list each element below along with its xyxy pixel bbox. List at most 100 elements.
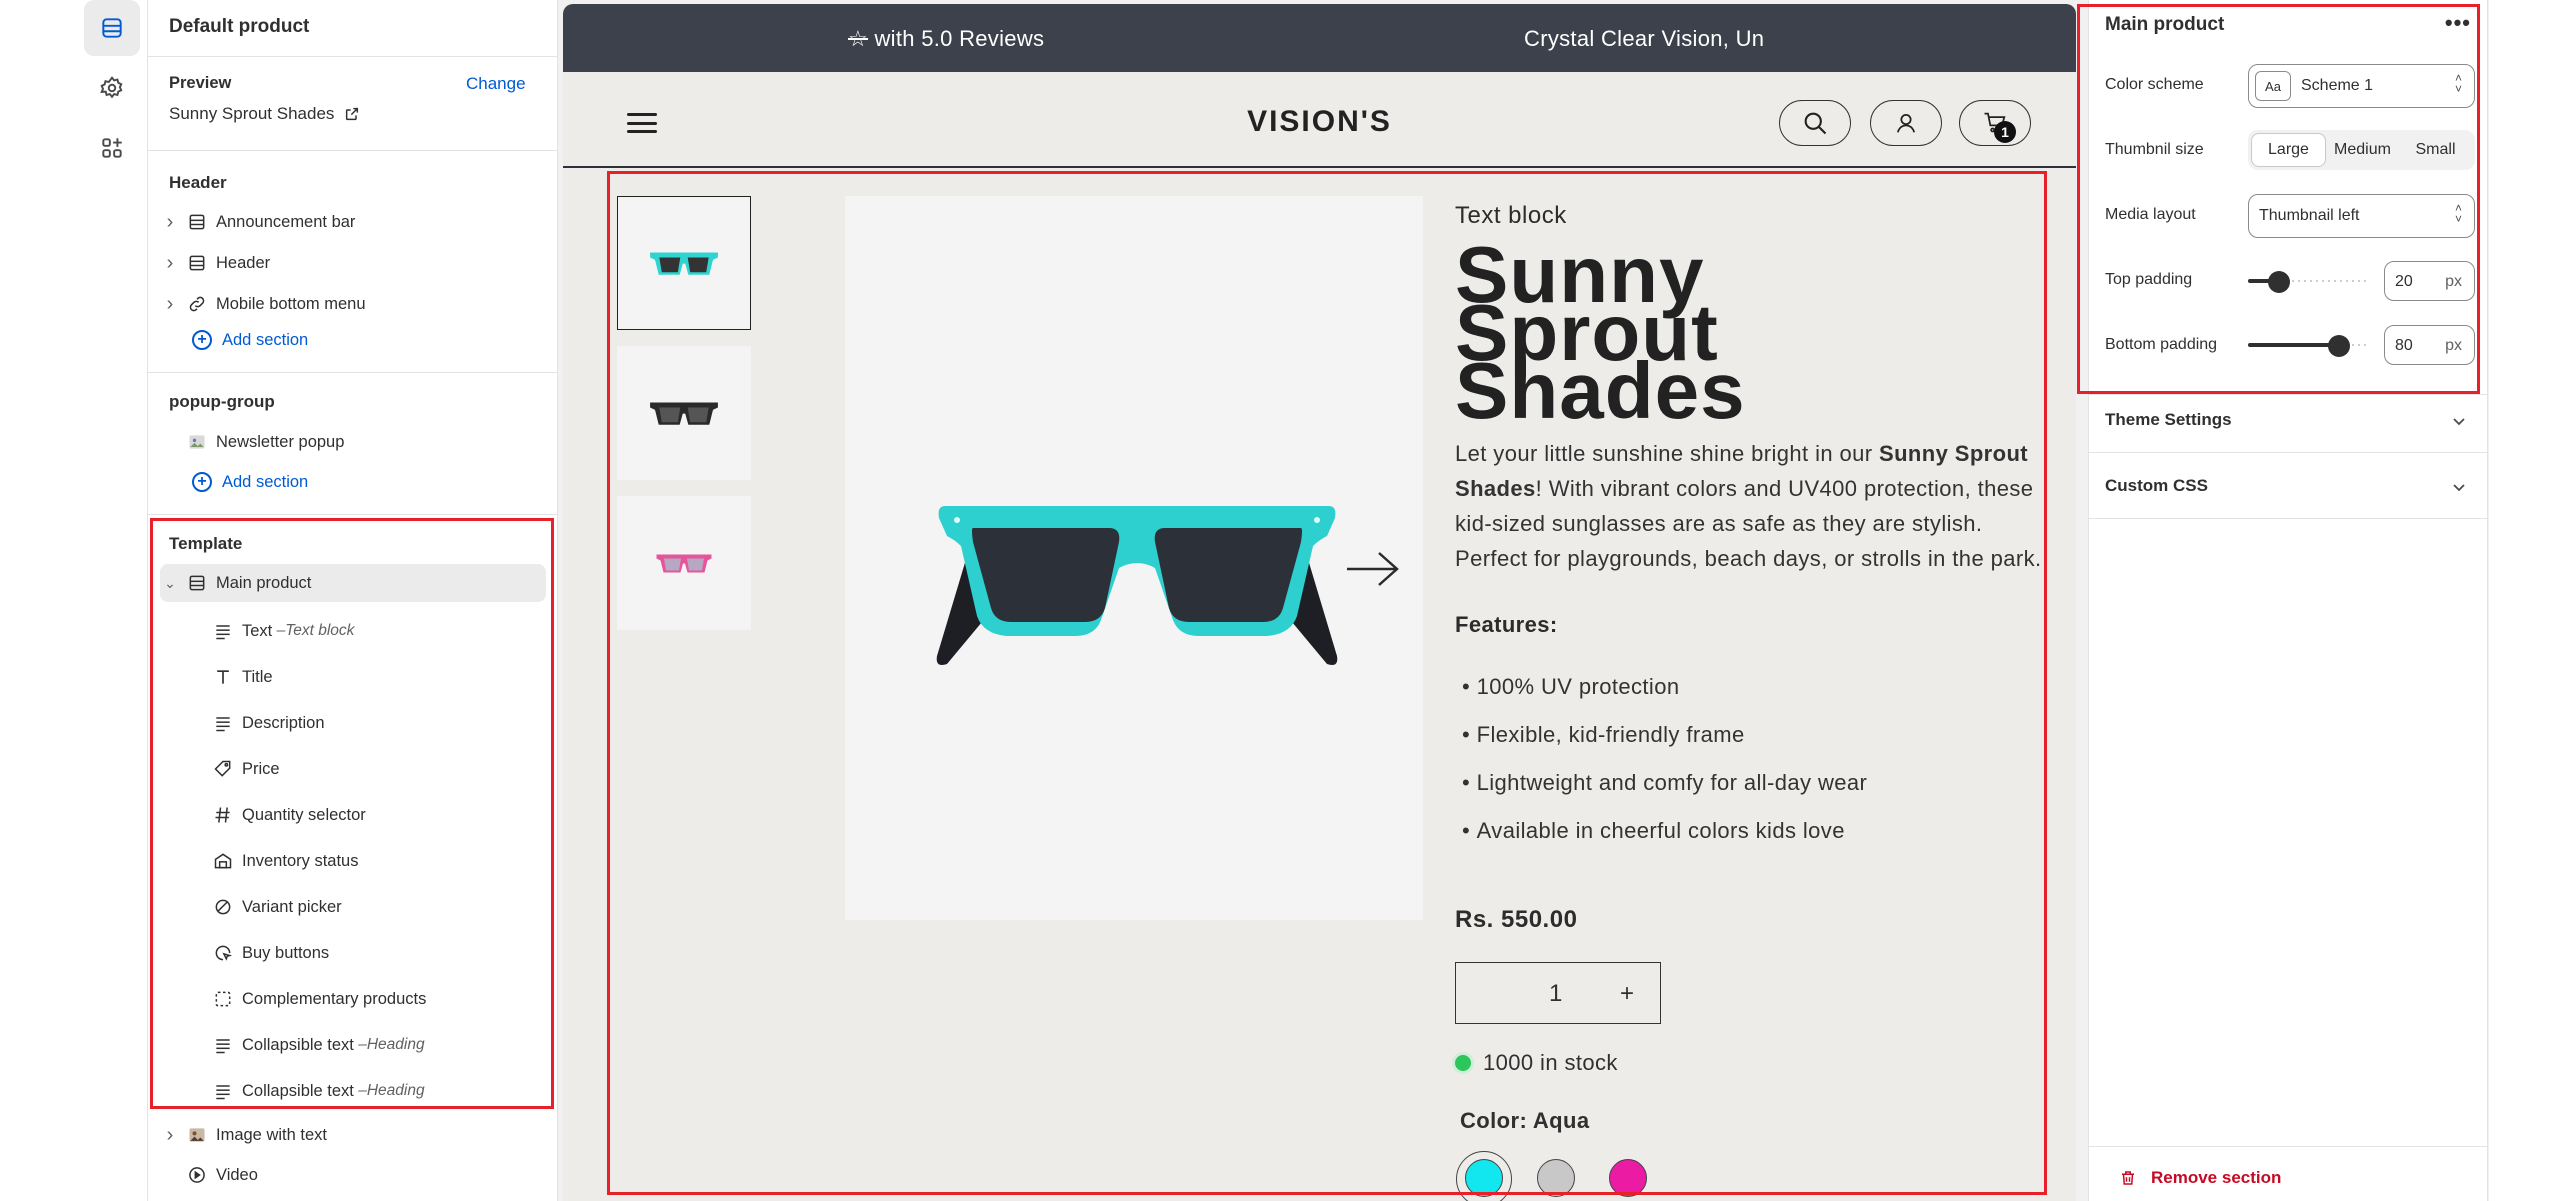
- search-button[interactable]: [1779, 100, 1851, 146]
- storefront-preview: ☆ with 5.0 Reviews Crystal Clear Vision,…: [563, 4, 2076, 1201]
- chevron-down-icon[interactable]: [2451, 479, 2467, 495]
- add-section-label: Add section: [222, 330, 309, 349]
- chevron-right-icon[interactable]: ›: [160, 293, 180, 316]
- inventory-icon: [212, 850, 234, 872]
- sidebar-item-announcement-bar[interactable]: › Announcement bar: [160, 203, 546, 241]
- color-swatch-grey[interactable]: [1537, 1159, 1575, 1197]
- sidebar-item-image-with-text[interactable]: › Image with text: [160, 1116, 546, 1154]
- sidebar-item-main-product[interactable]: ⌄ Main product: [160, 564, 546, 602]
- select-caret-icon: ˄ ˅: [2454, 71, 2462, 96]
- add-section-popup[interactable]: + Add section: [192, 472, 308, 492]
- sidebar-item-label: Main product: [216, 573, 312, 592]
- feature-bullet: • Flexible, kid-friendly frame: [1462, 722, 2062, 748]
- block-item-quantity-selector[interactable]: Quantity selector: [160, 796, 546, 834]
- section-settings-panel: Main product ••• Color scheme Aa Scheme …: [2088, 0, 2488, 1201]
- sunglasses-aqua-thumb: [650, 252, 718, 275]
- stock-text: 1000 in stock: [1483, 1050, 1618, 1075]
- text-lines-icon: [212, 1080, 234, 1102]
- sidebar-item-header[interactable]: › Header: [160, 244, 546, 282]
- inventory-status: 1000 in stock: [1455, 1050, 1618, 1076]
- feature-text: Lightweight and comfy for all-day wear: [1476, 770, 1868, 795]
- block-item-title[interactable]: Title: [160, 658, 546, 696]
- chevron-down-icon[interactable]: [2451, 413, 2467, 429]
- hashtag-icon: [212, 804, 234, 826]
- image-icon: [186, 1124, 208, 1146]
- change-preview-link[interactable]: Change: [466, 74, 526, 94]
- variant-color-label: Color: Aqua: [1460, 1108, 1590, 1133]
- bottom-padding-label: Bottom padding: [2105, 336, 2218, 353]
- quantity-value[interactable]: 1: [1549, 980, 1562, 1008]
- product-title-line: Shades: [1455, 346, 1746, 435]
- sidebar-item-label: Header: [216, 253, 271, 272]
- custom-css-accordion[interactable]: Custom CSS: [2105, 476, 2208, 496]
- cart-button[interactable]: 1: [1959, 100, 2031, 146]
- thumbnail-size-small[interactable]: Small: [2399, 133, 2472, 167]
- media-layout-select[interactable]: Thumbnail left ˄ ˅: [2248, 194, 2475, 238]
- product-thumbnail-3[interactable]: [617, 496, 751, 630]
- external-link-icon: [346, 107, 359, 121]
- play-icon: [186, 1164, 208, 1186]
- sidebar-item-mobile-bottom-menu[interactable]: › Mobile bottom menu: [160, 285, 546, 323]
- account-button[interactable]: [1870, 100, 1942, 146]
- color-swatch-pink[interactable]: [1609, 1159, 1647, 1197]
- thumbnail-size-large[interactable]: Large: [2251, 133, 2326, 167]
- block-item-buy-buttons[interactable]: Buy buttons: [160, 934, 546, 972]
- block-item-collapsible-text[interactable]: Collapsible text – Heading: [160, 1072, 546, 1110]
- block-item-description[interactable]: Description: [160, 704, 546, 742]
- product-thumbnail-1[interactable]: [617, 196, 751, 330]
- thumbnail-size-medium[interactable]: Medium: [2326, 133, 2399, 167]
- chevron-down-icon[interactable]: ⌄: [160, 575, 180, 592]
- add-section-header[interactable]: + Add section: [192, 330, 308, 350]
- slider-knob[interactable]: [2268, 271, 2290, 293]
- block-item-collapsible-text[interactable]: Collapsible text – Heading: [160, 1026, 546, 1064]
- sidebar-item-label: Variant picker: [242, 897, 342, 916]
- block-item-inventory-status[interactable]: Inventory status: [160, 842, 546, 880]
- sidebar-item-label: Title: [242, 667, 273, 686]
- top-padding-slider[interactable]: [2248, 271, 2370, 293]
- theme-settings-accordion[interactable]: Theme Settings: [2105, 410, 2232, 430]
- remove-section-button[interactable]: Remove section: [2119, 1168, 2281, 1188]
- product-main-image[interactable]: [845, 196, 1423, 920]
- preview-product[interactable]: Sunny Sprout Shades: [169, 104, 360, 124]
- layout-icon: [186, 252, 208, 274]
- block-item-variant-picker[interactable]: Variant picker: [160, 888, 546, 926]
- top-padding-input[interactable]: 20 px: [2384, 261, 2475, 301]
- add-section-label: Add section: [222, 472, 309, 491]
- bottom-padding-input[interactable]: 80 px: [2384, 325, 2475, 365]
- quantity-plus-button[interactable]: +: [1620, 980, 1634, 1008]
- announcement-left: ☆ with 5.0 Reviews: [848, 26, 1044, 52]
- sidebar-item-label: Announcement bar: [216, 212, 356, 231]
- chevron-right-icon[interactable]: ›: [160, 252, 180, 275]
- sidebar-item-label: Quantity selector: [242, 805, 366, 824]
- sunglasses-aqua-image: [936, 506, 1338, 665]
- color-swatch-aqua[interactable]: [1465, 1159, 1503, 1197]
- block-item-price[interactable]: Price: [160, 750, 546, 788]
- more-options-button[interactable]: •••: [2445, 10, 2471, 36]
- description-text: Let your little sunshine shine bright in…: [1455, 441, 1880, 466]
- sections-nav-button[interactable]: [84, 0, 140, 56]
- bottom-padding-slider[interactable]: [2248, 335, 2370, 357]
- chevron-right-icon[interactable]: ›: [160, 211, 180, 234]
- remove-section-label: Remove section: [2151, 1168, 2282, 1187]
- cursor-icon: [212, 942, 234, 964]
- sidebar-item-label: Collapsible text: [242, 1081, 354, 1100]
- product-title: Sunny Sprout Shades: [1455, 235, 2055, 435]
- theme-settings-nav-button[interactable]: [84, 60, 140, 116]
- chevron-right-icon[interactable]: ›: [160, 1124, 180, 1147]
- slider-knob[interactable]: [2328, 335, 2350, 357]
- block-item-text[interactable]: Text – Text block: [160, 612, 546, 650]
- product-description: Let your little sunshine shine bright in…: [1455, 436, 2055, 576]
- preview-product-name: Sunny Sprout Shades: [169, 104, 335, 123]
- block-item-complementary-products[interactable]: Complementary products: [160, 980, 546, 1018]
- announcement-bar[interactable]: ☆ with 5.0 Reviews Crystal Clear Vision,…: [563, 4, 2076, 72]
- color-scheme-select[interactable]: Aa Scheme 1 ˄ ˅: [2248, 64, 2475, 108]
- sidebar-item-video[interactable]: Video: [160, 1156, 546, 1194]
- sidebar-item-newsletter-popup[interactable]: Newsletter popup: [160, 423, 546, 461]
- text-lines-icon: [212, 1034, 234, 1056]
- color-scheme-value: Scheme 1: [2301, 77, 2374, 94]
- apps-nav-button[interactable]: [84, 120, 140, 176]
- product-thumbnail-2[interactable]: [617, 346, 751, 480]
- sidebar-item-label: Video: [216, 1165, 258, 1184]
- arrow-right-icon[interactable]: [1343, 549, 1403, 589]
- quantity-stepper[interactable]: 1 +: [1455, 962, 1661, 1024]
